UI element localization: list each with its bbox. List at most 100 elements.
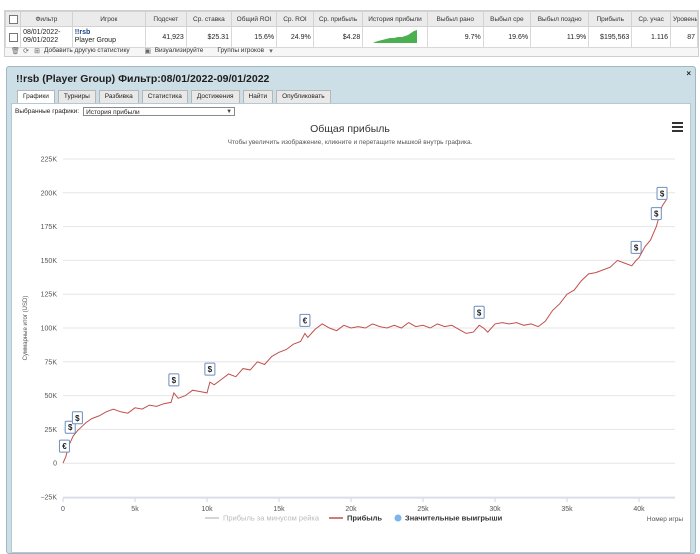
chart-select[interactable]: История прибыли ▼ [83,107,236,116]
big-win-label: € [303,316,308,325]
big-win-label: $ [208,365,213,374]
row-checkbox[interactable] [8,32,18,42]
y-tick-label: 175K [41,224,58,231]
avg-entrants-cell: 1.116 [631,26,671,48]
player-groups-dropdown[interactable]: Группы игроков [217,47,264,54]
x-tick-label: 35k [561,506,573,513]
y-axis-label: Суммарные итог (USD) [23,296,29,361]
image-icon[interactable]: ▣ [144,47,152,55]
y-tick-label: 125K [41,292,58,299]
tab-breakdown[interactable]: Разбивка [98,90,139,103]
tab-content: Выбранные графики: История прибыли ▼ Общ… [11,103,691,553]
big-win-label: $ [634,243,639,252]
y-tick-label: 150K [41,258,58,265]
col-header-level[interactable]: Уровень [669,11,699,27]
player-name-link[interactable]: !!rsb [75,29,143,37]
add-stats-button[interactable]: Добавить другую статистику [44,47,130,54]
profit-series-line [62,199,667,464]
big-win-label: $ [68,423,73,432]
tab-tournaments[interactable]: Турниры [57,90,96,103]
chevron-down-icon[interactable]: ▾ [267,47,275,55]
x-tick-label: 30k [489,506,501,513]
col-header-profit[interactable]: Прибыль [588,11,633,27]
col-header-avg-profit[interactable]: Ср. прибыль [312,11,364,27]
x-tick-label: 10k [201,506,213,513]
big-win-label: $ [172,376,177,385]
visualize-button[interactable]: Визуализируйте [155,47,204,54]
avg-roi-cell: 24.9% [276,26,314,48]
col-header-count[interactable]: Подсчет [144,11,187,27]
tab-achievements[interactable]: Достижения [190,90,240,103]
big-win-label: € [62,442,67,451]
col-header-filter[interactable]: Фильтр [20,11,73,27]
y-tick-label: 0 [53,461,57,468]
player-panel: !!rsb (Player Group) Фильтр:08/01/2022-0… [6,66,696,554]
player-group-label: Player Group [74,37,116,44]
tab-statistics[interactable]: Статистика [141,90,188,103]
stats-toolbar: 🗑 ⟳ ⊞ Добавить другую статистику ▣ Визуа… [11,45,275,56]
close-icon[interactable]: × [686,69,691,78]
profit-sparkline[interactable] [373,29,418,43]
stats-section: Фильтр Игрок Подсчет Ср. ставка Общий RO… [4,10,699,57]
trash-icon[interactable]: 🗑 [11,47,20,55]
col-header-profit-history[interactable]: История прибыли [362,11,428,27]
col-header-late[interactable]: Выбыл поздно [530,11,590,27]
y-tick-label: 225K [41,157,58,164]
stats-header-row: Фильтр Игрок Подсчет Ср. ставка Общий RO… [4,11,699,27]
filter-date-start: 08/01/2022- [23,29,61,36]
big-win-label: $ [660,189,665,198]
x-tick-label: 0 [61,506,65,513]
col-header-avg-stake[interactable]: Ср. ставка [185,11,232,27]
legend-wins-label: Значительные выигрыши [405,514,503,523]
profit-chart[interactable]: Общая прибыль Чтобы увеличить изображение… [15,119,685,549]
tab-charts[interactable]: Графики [17,90,55,103]
tab-publish[interactable]: Опубликовать [276,90,331,103]
refresh-icon[interactable]: ⟳ [22,47,30,55]
chart-selector-row: Выбранные графики: История прибыли ▼ [15,107,236,116]
legend-rake-label: Прибыль за минусом рейка [223,514,320,523]
y-tick-label: 75K [45,359,58,366]
legend-wins-swatch [394,514,402,522]
y-tick-label: −25K [40,495,57,502]
late-cell: 11.9% [530,26,590,48]
col-header-avg-entrants[interactable]: Ср. учас [631,11,671,27]
x-tick-label: 5k [131,506,139,513]
filter-date-end: 09/01/2022 [23,37,59,44]
tab-find[interactable]: Найти [242,90,274,103]
stats-table: Фильтр Игрок Подсчет Ср. ставка Общий RO… [4,11,699,48]
level-cell: 87 [669,26,699,48]
big-win-label: $ [477,308,482,317]
chart-select-value: История прибыли [86,109,140,116]
selected-charts-label: Выбранные графики: [15,108,80,115]
big-win-label: $ [75,414,80,423]
col-header-total-roi[interactable]: Общий ROI [230,11,278,27]
chart-menu-icon[interactable] [672,122,683,134]
middle-cell: 19.6% [482,26,532,48]
chart-subtitle: Чтобы увеличить изображение, кликните и … [228,138,473,146]
y-tick-label: 100K [41,326,58,333]
panel-title: !!rsb (Player Group) Фильтр:08/01/2022-0… [16,73,270,85]
col-header-middle[interactable]: Выбыл сре [482,11,532,27]
avg-profit-cell: $4.28 [312,26,364,48]
add-icon[interactable]: ⊞ [33,47,41,55]
panel-tabs: Графики Турниры Разбивка Статистика Дост… [17,90,331,103]
col-header-player[interactable]: Игрок [71,11,146,27]
x-tick-label: 15k [273,506,285,513]
x-axis-label: Номер игры [647,516,683,523]
x-tick-label: 25k [417,506,429,513]
chevron-down-icon: ▼ [226,109,233,115]
legend-profit-label: Прибыль [347,514,382,523]
big-win-label: $ [654,210,659,219]
select-all-checkbox[interactable] [8,14,18,24]
profit-history-cell[interactable] [362,26,428,48]
y-tick-label: 50K [45,393,58,400]
chart-title: Общая прибыль [310,123,390,135]
select-all-header[interactable] [4,11,22,27]
profit-cell: $195,563 [588,26,633,48]
col-header-early[interactable]: Выбыл рано [426,11,484,27]
x-tick-label: 20k [345,506,357,513]
x-tick-label: 40k [633,506,645,513]
y-tick-label: 200K [41,190,58,197]
col-header-avg-roi[interactable]: Ср. ROI [276,11,314,27]
early-cell: 9.7% [426,26,484,48]
